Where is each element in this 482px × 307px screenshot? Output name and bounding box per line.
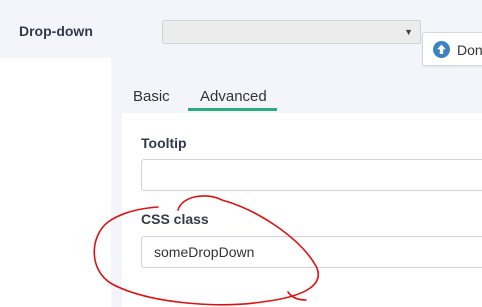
css-class-label: CSS class xyxy=(141,211,209,227)
done-button[interactable]: Don xyxy=(422,32,482,66)
active-tab-indicator xyxy=(188,108,277,111)
css-class-input[interactable]: someDropDown xyxy=(141,236,482,268)
field-label: Drop-down xyxy=(19,23,93,39)
dropdown-select[interactable]: ▼ xyxy=(162,20,421,44)
tooltip-input[interactable] xyxy=(141,159,482,191)
done-button-label: Don xyxy=(457,42,482,58)
tab-basic[interactable]: Basic xyxy=(133,88,170,105)
chevron-down-icon: ▼ xyxy=(404,27,413,37)
tab-advanced[interactable]: Advanced xyxy=(200,88,267,105)
arrow-up-circle-icon xyxy=(433,41,450,58)
left-gutter xyxy=(0,58,111,307)
tooltip-label: Tooltip xyxy=(141,135,187,151)
